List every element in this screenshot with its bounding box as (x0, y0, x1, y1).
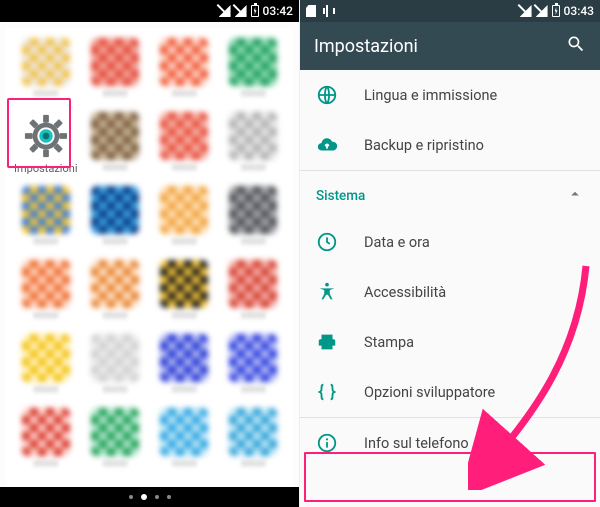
app-item[interactable]: xxxxx (84, 260, 147, 330)
battery-charging-icon (552, 5, 560, 17)
section-label: Sistema (316, 188, 365, 204)
row-developer-options[interactable]: Opzioni sviluppatore (300, 367, 600, 417)
row-date-time[interactable]: Data e ora (300, 217, 600, 267)
row-printing[interactable]: Stampa (300, 317, 600, 367)
status-time: 03:42 (263, 4, 293, 18)
app-item[interactable]: xxxxx (84, 408, 147, 478)
chevron-up-icon (566, 185, 584, 207)
app-item[interactable]: xxxxx (222, 38, 285, 108)
status-bar: 03:43 (300, 0, 600, 22)
usb-debug-icon (322, 5, 332, 17)
row-language-input[interactable]: Lingua e immissione (300, 70, 600, 120)
app-item[interactable]: xxxxx (153, 112, 216, 182)
no-signal-icon (235, 5, 247, 17)
app-item[interactable]: xxxxx (222, 334, 285, 404)
phone-left-app-drawer: 03:42 xxxxx xxxxx xxxxx xxxxx (0, 0, 300, 507)
accessibility-icon (316, 281, 338, 303)
gear-icon (22, 112, 70, 160)
row-label: Lingua e immissione (364, 87, 497, 104)
row-label: Data e ora (364, 234, 430, 251)
app-item[interactable]: xxxxx (222, 186, 285, 256)
app-item[interactable]: xxxxx (153, 334, 216, 404)
row-label: Backup e ripristino (364, 137, 484, 154)
app-item[interactable]: xxxxx (14, 260, 78, 330)
app-item[interactable]: xxxxx (153, 186, 216, 256)
app-item[interactable]: xxxxx (222, 112, 285, 182)
app-bar: Impostazioni (300, 22, 600, 70)
no-sim-icon (520, 5, 532, 17)
row-accessibility[interactable]: Accessibilità (300, 267, 600, 317)
settings-list: Lingua e immissione Backup e ripristino … (300, 70, 600, 507)
page-indicator (0, 487, 299, 507)
battery-charging-icon (251, 5, 259, 17)
status-time: 03:43 (564, 4, 594, 18)
row-backup-restore[interactable]: Backup e ripristino (300, 120, 600, 170)
app-item[interactable]: xxxxx (84, 334, 147, 404)
app-drawer: xxxxx xxxxx xxxxx xxxxx (0, 22, 299, 487)
printer-icon (316, 331, 338, 353)
page-title: Impostazioni (314, 36, 566, 57)
app-item[interactable]: xxxxx (14, 408, 78, 478)
app-item[interactable]: xxxxx (153, 38, 216, 108)
app-item[interactable]: xxxxx (153, 408, 216, 478)
info-icon (316, 432, 338, 454)
app-item[interactable]: xxxxx (14, 186, 78, 256)
app-item[interactable]: xxxxx (14, 334, 78, 404)
app-item[interactable]: xxxxx (84, 112, 147, 182)
app-item[interactable]: xxxxx (84, 38, 147, 108)
no-signal-icon (536, 5, 548, 17)
row-label: Opzioni sviluppatore (364, 384, 495, 401)
section-system[interactable]: Sistema (300, 171, 600, 217)
app-settings[interactable]: Impostazioni (14, 112, 78, 182)
globe-icon (316, 84, 338, 106)
app-item[interactable]: xxxxx (222, 260, 285, 330)
app-item[interactable]: xxxxx (84, 186, 147, 256)
no-sim-icon (219, 5, 231, 17)
sd-card-icon (306, 5, 316, 17)
row-about-phone[interactable]: Info sul telefono (300, 418, 600, 468)
row-label: Info sul telefono (364, 435, 469, 452)
search-icon[interactable] (566, 34, 586, 59)
app-item[interactable]: xxxxx (14, 38, 78, 108)
app-settings-label: Impostazioni (14, 162, 78, 174)
cloud-upload-icon (316, 134, 338, 156)
app-item[interactable]: xxxxx (222, 408, 285, 478)
phone-right-settings: 03:43 Impostazioni Lingua e immissione B… (300, 0, 600, 507)
app-item[interactable]: xxxxx (153, 260, 216, 330)
row-label: Accessibilità (364, 284, 446, 301)
row-label: Stampa (364, 334, 414, 351)
braces-icon (316, 381, 338, 403)
status-bar: 03:42 (0, 0, 299, 22)
clock-icon (316, 231, 338, 253)
